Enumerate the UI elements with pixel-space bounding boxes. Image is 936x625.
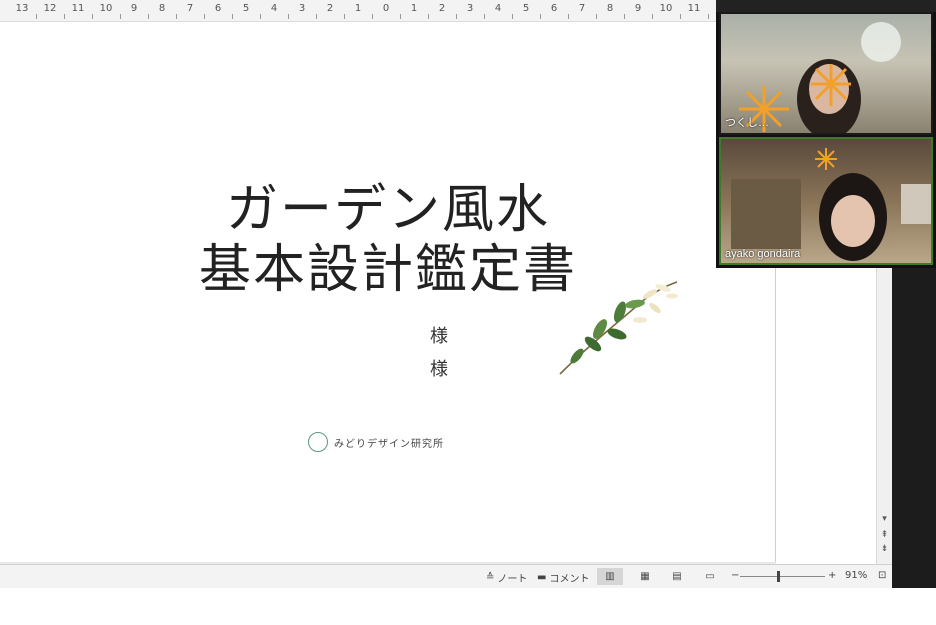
ruler-tick-label: 3 <box>298 3 306 14</box>
slide-canvas[interactable]: ガーデン風水 基本設計鑑定書 様 様 みどりデザイン研究所 <box>0 22 776 562</box>
ruler-tick-label: 2 <box>438 3 446 14</box>
ruler-tick-label: 1 <box>354 3 362 14</box>
ruler-tick-mark <box>92 14 93 19</box>
fit-slide-icon: ⊡ <box>878 570 887 581</box>
zoom-percentage[interactable]: 91% <box>845 570 867 581</box>
ruler-tick-label: 13 <box>15 3 29 14</box>
reading-view-button[interactable]: ▤ <box>664 568 690 585</box>
comments-button[interactable]: ▬ コメント <box>537 570 589 585</box>
ruler-tick-mark <box>148 14 149 19</box>
ruler-tick-label: 10 <box>99 3 113 14</box>
ruler-tick-label: 8 <box>158 3 166 14</box>
ruler-tick-mark <box>680 14 681 19</box>
zoom-slider[interactable] <box>740 576 825 577</box>
reading-view-icon: ▤ <box>672 571 682 582</box>
ruler-tick-label: 11 <box>687 3 701 14</box>
status-bar: ≙ ノート ▬ コメント ▥ ▦ ▤ ▭ − + 91% ⊡ <box>0 564 892 588</box>
video-toolbar[interactable] <box>716 0 936 12</box>
ruler-tick-mark <box>288 14 289 19</box>
ruler-tick-mark <box>260 14 261 19</box>
zoom-slider-thumb[interactable] <box>777 571 781 582</box>
ruler-tick-label: 8 <box>606 3 614 14</box>
honorific-text-2[interactable]: 様 <box>430 355 448 381</box>
ruler-tick-mark <box>428 14 429 19</box>
prev-slide-icon[interactable]: ⇞ <box>879 530 890 541</box>
ruler-tick-label: 7 <box>186 3 194 14</box>
ruler-tick-mark <box>456 14 457 19</box>
next-slide-icon[interactable]: ⇟ <box>879 544 890 555</box>
ruler-tick-label: 7 <box>578 3 586 14</box>
ruler-tick-mark <box>652 14 653 19</box>
comments-label: コメント <box>549 574 590 585</box>
video-tile-participant-1[interactable]: つくし… <box>719 12 933 135</box>
normal-view-icon: ▥ <box>605 571 615 582</box>
ruler-tick-mark <box>596 14 597 19</box>
scroll-down-icon[interactable]: ▾ <box>879 514 890 525</box>
ruler-tick-mark <box>232 14 233 19</box>
dark-side-strip <box>892 268 936 588</box>
comments-icon: ▬ <box>537 572 547 583</box>
blank-area <box>0 588 936 625</box>
ruler-tick-mark <box>708 14 709 19</box>
ruler-tick-mark <box>176 14 177 19</box>
slideshow-button[interactable]: ▭ <box>697 568 723 585</box>
ruler-tick-label: 5 <box>242 3 250 14</box>
ruler-tick-label: 4 <box>494 3 502 14</box>
ruler-tick-mark <box>372 14 373 19</box>
ruler-tick-mark <box>624 14 625 19</box>
ruler-tick-mark <box>36 14 37 19</box>
honorific-text-1[interactable]: 様 <box>430 322 448 348</box>
zoom-in-button[interactable]: + <box>828 570 836 581</box>
logo-mark-icon <box>308 432 328 452</box>
participant-2-video <box>731 148 931 261</box>
ruler-tick-label: 5 <box>522 3 530 14</box>
logo-text: みどりデザイン研究所 <box>334 438 444 450</box>
company-logo: みどりデザイン研究所 <box>308 432 444 452</box>
ruler-tick-label: 10 <box>659 3 673 14</box>
ruler-tick-mark <box>484 14 485 19</box>
ruler-tick-mark <box>344 14 345 19</box>
participant-1-name: つくし… <box>725 117 769 129</box>
ruler-tick-label: 0 <box>382 3 390 14</box>
normal-view-button[interactable]: ▥ <box>597 568 623 585</box>
ruler-tick-mark <box>120 14 121 19</box>
ruler-tick-label: 2 <box>326 3 334 14</box>
ruler-tick-mark <box>512 14 513 19</box>
ruler-tick-mark <box>568 14 569 19</box>
ruler-tick-label: 4 <box>270 3 278 14</box>
notes-button[interactable]: ≙ ノート <box>486 570 527 585</box>
ruler-tick-mark <box>316 14 317 19</box>
ruler-tick-label: 3 <box>466 3 474 14</box>
slide-sorter-icon: ▦ <box>640 571 650 582</box>
ruler-tick-label: 6 <box>550 3 558 14</box>
ruler-tick-label: 9 <box>634 3 642 14</box>
fit-slide-button[interactable]: ⊡ <box>878 570 886 581</box>
flower-illustration <box>559 281 678 375</box>
ruler-tick-mark <box>204 14 205 19</box>
ruler-tick-mark <box>540 14 541 19</box>
ruler-tick-label: 6 <box>214 3 222 14</box>
notes-label: ノート <box>497 574 528 585</box>
slide-sorter-button[interactable]: ▦ <box>632 568 658 585</box>
ruler-tick-label: 11 <box>71 3 85 14</box>
ruler-tick-mark <box>64 14 65 19</box>
notes-icon: ≙ <box>486 572 495 583</box>
ruler-tick-label: 9 <box>130 3 138 14</box>
slideshow-icon: ▭ <box>705 571 715 582</box>
ruler-tick-mark <box>400 14 401 19</box>
ruler-tick-label: 12 <box>43 3 57 14</box>
zoom-out-button[interactable]: − <box>731 570 739 581</box>
video-panel[interactable]: つくし… ayako gondaira <box>716 0 936 268</box>
video-tile-participant-2[interactable]: ayako gondaira <box>719 137 933 265</box>
ruler-tick-label: 1 <box>410 3 418 14</box>
participant-2-name: ayako gondaira <box>725 248 801 260</box>
